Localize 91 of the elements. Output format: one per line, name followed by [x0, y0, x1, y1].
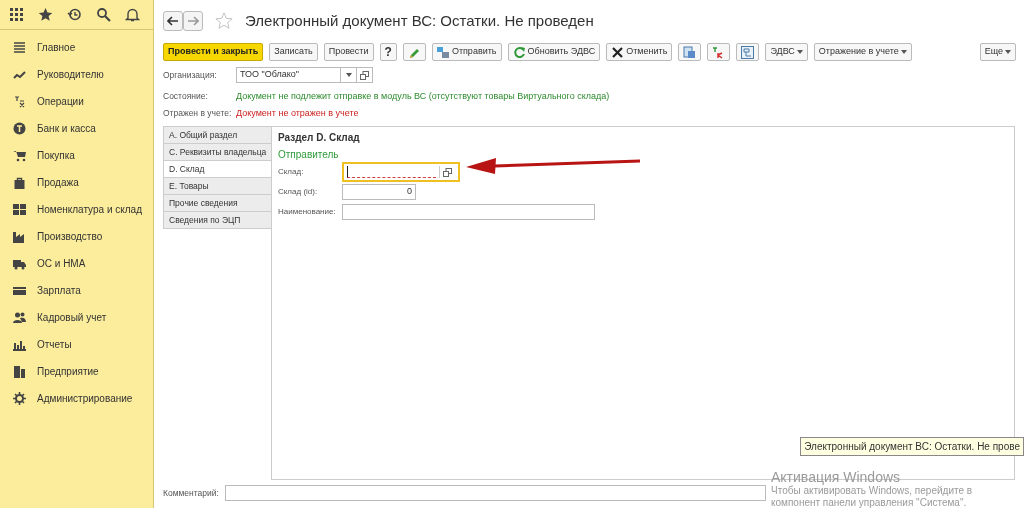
caret-icon — [345, 73, 352, 77]
toolbar-button[interactable] — [678, 43, 702, 61]
menu-button[interactable]: Отражение в учете — [813, 43, 912, 61]
section-subtitle: Отправитель — [278, 148, 339, 162]
toolbar-button[interactable]: Провести — [323, 43, 374, 61]
toolbar-button[interactable]: Отправить — [431, 43, 502, 61]
tooltip: Электронный документ ВС: Остатки. Не прове — [800, 437, 1024, 456]
building-icon — [13, 365, 26, 378]
tab[interactable]: А. Общий раздел — [163, 127, 272, 144]
history-icon[interactable] — [67, 7, 82, 22]
toolbar-button[interactable] — [707, 43, 731, 61]
status-text: Документ не подлежит отправке в модуль ВС (отсутствуют товары Виртуального склада) — [236, 89, 610, 103]
tab[interactable]: Е. Товары — [163, 178, 272, 195]
organization-field[interactable]: ТОО "Облако" — [236, 67, 341, 83]
field-label: Склад: — [278, 166, 305, 178]
section-title: Раздел D. Склад — [278, 131, 361, 145]
bar-chart-icon — [13, 338, 26, 351]
caret-icon — [900, 50, 907, 54]
card-icon — [13, 284, 26, 297]
field-label: Состояние: — [163, 90, 209, 103]
structure-icon — [741, 45, 755, 59]
sidebar-item[interactable]: Администрирование — [0, 385, 153, 412]
sidebar-item[interactable]: Предприятие — [0, 358, 153, 385]
tab[interactable]: Прочие сведения — [163, 195, 272, 212]
sidebar-item[interactable]: Руководителю — [0, 61, 153, 88]
refresh-icon — [512, 45, 526, 59]
back-arrow-icon — [167, 16, 179, 26]
open-button[interactable] — [357, 67, 373, 83]
tab[interactable]: D. Склад — [163, 161, 272, 178]
star-icon[interactable] — [215, 12, 233, 30]
truck-icon — [13, 257, 26, 270]
caret-icon — [1005, 50, 1011, 54]
cart-icon — [13, 149, 26, 162]
bag-icon — [13, 176, 26, 189]
open-window-icon — [360, 70, 369, 80]
debit-credit-icon — [13, 95, 26, 108]
factory-icon — [13, 230, 26, 243]
tab[interactable]: Сведения по ЭЦП — [163, 212, 272, 229]
status-text: Документ не отражен в учете — [236, 106, 359, 120]
toolbar-button[interactable]: Записать — [269, 43, 318, 61]
field-label: Организация: — [163, 68, 218, 82]
open-window-icon[interactable] — [443, 167, 452, 177]
forward-arrow-icon — [187, 16, 199, 26]
back-button[interactable] — [163, 11, 183, 31]
document-export-icon — [683, 45, 697, 59]
trend-icon — [13, 68, 26, 81]
sidebar-item[interactable]: ОС и НМА — [0, 250, 153, 277]
activation-text: Чтобы активировать Windows, перейдите в — [771, 485, 973, 497]
toolbar-button[interactable]: Обновить ЭДВС — [507, 43, 601, 61]
sidebar-item[interactable]: Производство — [0, 223, 153, 250]
menu-button[interactable]: ЭДВС — [765, 43, 808, 61]
menu-button[interactable]: Еще — [979, 43, 1016, 61]
bell-icon[interactable] — [125, 7, 140, 22]
sidebar-item[interactable]: Кадровый учет — [0, 304, 153, 331]
grid-icon — [13, 203, 26, 216]
close-icon — [611, 45, 625, 59]
send-icon — [436, 45, 450, 59]
field-label: Отражен в учете: — [163, 107, 233, 120]
toolbar-button[interactable]: ? — [379, 43, 397, 61]
sidebar-item[interactable]: Зарплата — [0, 277, 153, 304]
toolbar-button[interactable] — [736, 43, 760, 61]
sidebar-item[interactable]: Главное — [0, 34, 153, 61]
list-icon — [13, 41, 26, 54]
star-icon[interactable] — [38, 7, 53, 22]
window-title: Электронный документ ВС: Остатки. Не проведен — [245, 10, 594, 31]
sidebar-item[interactable]: Отчеты — [0, 331, 153, 358]
field-label: Склад (id): — [278, 186, 319, 198]
input-field[interactable]: 0 — [342, 184, 416, 200]
toolbar-button[interactable]: Отменить — [606, 43, 673, 61]
sidebar-item[interactable]: Номенклатура и склад — [0, 196, 153, 223]
toolbar-button[interactable]: Провести и закрыть — [163, 43, 264, 61]
sidebar-item[interactable]: Продажа — [0, 169, 153, 196]
people-icon — [13, 311, 26, 324]
gear-icon — [13, 392, 26, 405]
comment-field[interactable] — [225, 485, 766, 501]
activation-text: компонент панели управления "Система". — [771, 496, 968, 508]
tab[interactable]: С. Реквизиты владельца — [163, 144, 272, 161]
caret-icon — [796, 50, 803, 54]
search-icon[interactable] — [96, 7, 111, 22]
field-label: Комментарий: — [163, 486, 220, 500]
sidebar-item[interactable]: Операции — [0, 88, 153, 115]
field-label: Наименование: — [278, 206, 337, 218]
coin-icon — [13, 122, 26, 135]
input-field[interactable] — [342, 204, 595, 220]
toolbar-button[interactable] — [402, 43, 426, 61]
input-field[interactable] — [342, 162, 460, 182]
activation-title: Активация Windows — [771, 468, 902, 485]
dropdown-button[interactable] — [341, 67, 357, 83]
sidebar-item[interactable]: Покупка — [0, 142, 153, 169]
apps-icon[interactable] — [9, 7, 24, 22]
sidebar-item[interactable]: Банк и касса — [0, 115, 153, 142]
